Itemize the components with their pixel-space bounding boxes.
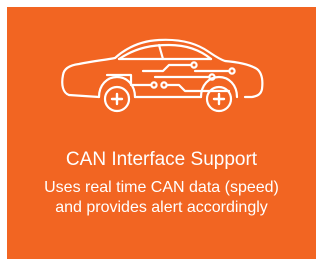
card-title: CAN Interface Support [65, 149, 258, 170]
description-line-1: Uses real time CAN data (speed) [44, 179, 279, 196]
feature-card: CAN Interface Support Uses real time CAN… [7, 7, 316, 259]
car-circuit-icon [60, 38, 263, 113]
description-line-2: and provides alert accordingly [55, 199, 268, 216]
card-description: Uses real time CAN data (speed) and prov… [15, 178, 308, 218]
